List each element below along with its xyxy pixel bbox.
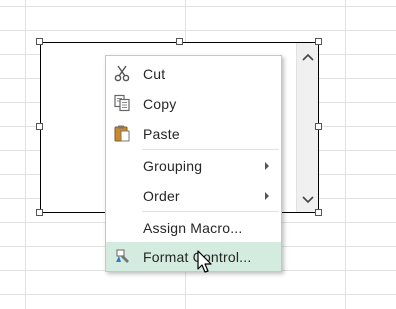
menu-item-grouping[interactable]: Grouping (106, 151, 281, 180)
copy-icon (113, 94, 131, 112)
menu-item-format-control[interactable]: Format Control... (106, 242, 281, 271)
menu-item-assign-macro[interactable]: Assign Macro... (106, 213, 281, 242)
clipboard-icon (113, 124, 131, 142)
menu-item-order[interactable]: Order (106, 181, 281, 210)
scissors-icon (113, 64, 131, 82)
menu-item-label: Paste (143, 126, 180, 142)
menu-item-label: Assign Macro... (143, 220, 243, 236)
mouse-pointer-icon (197, 250, 212, 273)
scroll-up-icon[interactable] (297, 47, 319, 67)
menu-item-paste[interactable]: Paste (106, 119, 281, 148)
menu-item-label: Order (143, 188, 180, 204)
menu-separator (142, 211, 279, 212)
menu-item-label: Copy (143, 96, 177, 112)
resize-handle-top-left[interactable] (36, 38, 43, 45)
submenu-arrow-icon (265, 162, 269, 170)
submenu-arrow-icon (265, 192, 269, 200)
resize-handle-top[interactable] (176, 38, 183, 45)
menu-item-cut[interactable]: Cut (106, 59, 281, 88)
menu-item-label: Grouping (143, 158, 203, 174)
menu-item-label: Cut (143, 66, 166, 82)
resize-handle-left[interactable] (36, 123, 43, 130)
resize-handle-bottom-right[interactable] (315, 209, 322, 216)
scroll-down-icon[interactable] (297, 190, 319, 210)
context-menu: Cut Copy Paste Grouping Order Assign Mac… (105, 55, 282, 272)
resize-handle-top-right[interactable] (315, 38, 322, 45)
format-control-icon (113, 247, 131, 265)
menu-separator (142, 149, 279, 150)
resize-handle-right[interactable] (315, 123, 322, 130)
resize-handle-bottom-left[interactable] (36, 209, 43, 216)
menu-item-copy[interactable]: Copy (106, 89, 281, 118)
